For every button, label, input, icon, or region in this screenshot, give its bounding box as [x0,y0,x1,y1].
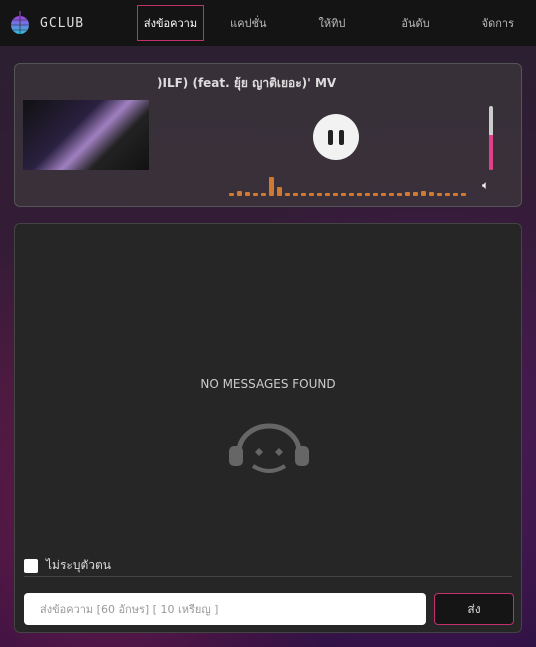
speaker-icon[interactable]: 🔈︎ [482,178,489,193]
video-thumbnail[interactable] [23,100,149,170]
visualizer-bar [357,192,362,196]
visualizer-bar [453,193,458,196]
nav-manage[interactable]: จัดการ [476,6,520,40]
visualizer-bar [285,193,290,196]
visualizer-bar [237,190,242,196]
chat-panel: NO MESSAGES FOUND ไม่ระบุตัวตน ส่ง [14,223,522,633]
visualizer-bar [365,193,370,196]
visualizer-bar [293,193,298,196]
headphones-face-icon [229,423,309,473]
visualizer-bar [349,193,354,196]
divider [24,576,512,577]
visualizer-bar [261,192,266,196]
visualizer-bar [325,193,330,196]
visualizer-bar [413,191,418,196]
nav-send-message[interactable]: ส่งข้อความ [136,5,205,41]
visualizer-bar [421,190,426,196]
visualizer-bar [429,191,434,196]
visualizer-bar [333,193,338,196]
visualizer-bar [373,192,378,196]
track-title: )ILF) (feat. ยุ้ย ญาติเยอะ)' MV [157,76,337,90]
visualizer-bar [229,193,234,196]
send-button[interactable]: ส่ง [434,593,514,625]
visualizer-bar [245,191,250,196]
anonymous-label: ไม่ระบุตัวตน [46,558,111,572]
visualizer-bar [269,177,274,196]
visualizer-bar [341,192,346,196]
visualizer-bar [317,193,322,196]
music-player: )ILF) (feat. ยุ้ย ญาติเยอะ)' MV 🔈︎ [14,63,522,207]
anonymous-toggle[interactable]: ไม่ระบุตัวตน [24,556,111,575]
visualizer-bar [461,192,466,196]
logo[interactable]: GCLUB [10,11,137,35]
visualizer-bar [397,192,402,196]
pause-icon [328,129,333,145]
audio-visualizer [229,174,466,196]
visualizer-bar [445,193,450,196]
anonymous-checkbox[interactable] [24,558,38,573]
nav-ranking[interactable]: อันดับ [395,6,435,40]
nav-tip[interactable]: ให้ทิป [313,6,352,40]
pause-icon-bar [339,129,344,145]
brand-name: GCLUB [40,15,85,31]
nav-caption[interactable]: แคปชั่น [224,6,272,40]
volume-slider[interactable] [489,106,493,170]
visualizer-bar [277,187,282,196]
visualizer-bar [437,192,442,196]
visualizer-bar [301,193,306,196]
visualizer-bar [253,193,258,196]
pause-button[interactable] [313,114,359,160]
visualizer-bar [389,193,394,196]
volume-fill [489,134,493,170]
visualizer-bar [309,193,314,196]
message-input[interactable] [24,593,426,625]
visualizer-bar [405,191,410,196]
disco-ball-icon [11,11,29,34]
empty-message: NO MESSAGES FOUND [200,377,336,391]
top-nav: GCLUB ส่งข้อความ แคปชั่น ให้ทิป อันดับ จ… [0,0,536,46]
visualizer-bar [381,193,386,196]
